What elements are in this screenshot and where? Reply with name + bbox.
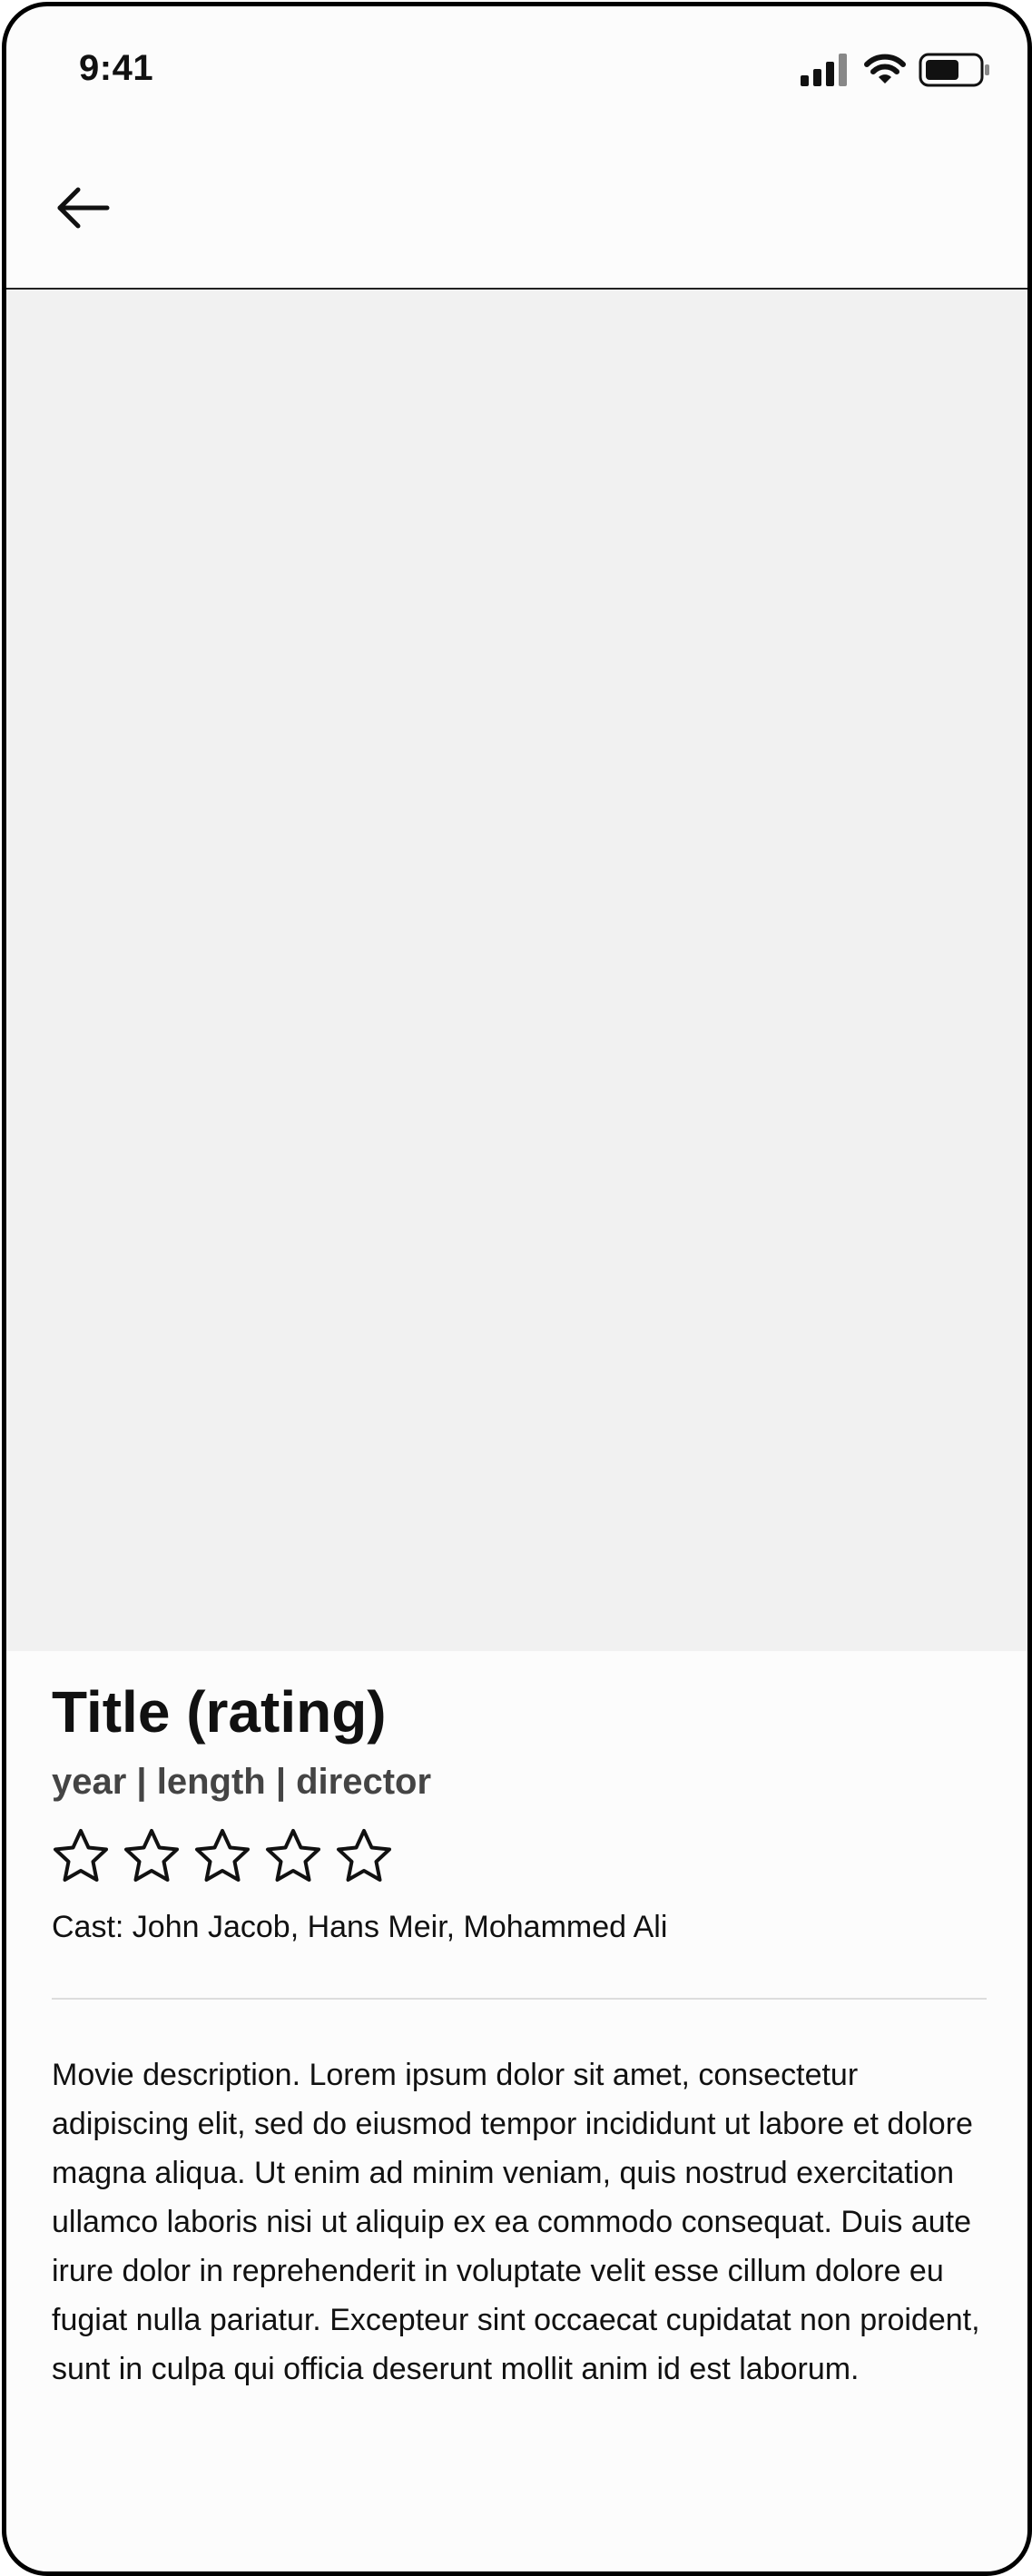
star-icon-1[interactable]: [52, 1827, 110, 1885]
movie-poster-placeholder: [6, 290, 1027, 1651]
phone-frame: 9:41 Title (rating) year | length | dire…: [2, 2, 1032, 2576]
star-icon-2[interactable]: [123, 1827, 181, 1885]
movie-title: Title (rating): [52, 1679, 387, 1745]
star-rating: [52, 1827, 987, 1887]
movie-meta: year | length | director: [52, 1762, 432, 1802]
star-icon-3[interactable]: [193, 1827, 251, 1885]
movie-details: Title (rating) year | length | director: [52, 1676, 987, 2424]
star-icon-4[interactable]: [264, 1827, 322, 1885]
movie-cast: Cast: John Jacob, Hans Meir, Mohammed Al…: [52, 1910, 668, 1944]
back-arrow-icon: [56, 186, 111, 234]
back-button[interactable]: [54, 186, 113, 233]
status-bar: 9:41: [6, 6, 1027, 133]
section-divider: [52, 1998, 987, 2000]
status-icons: [801, 53, 991, 92]
movie-description: Movie description. Lorem ipsum dolor sit…: [52, 2058, 980, 2386]
status-time: 9:41: [79, 48, 154, 88]
top-navigation-bar: [6, 133, 1027, 290]
battery-icon: [919, 53, 991, 92]
cellular-signal-icon: [801, 53, 851, 91]
wifi-icon: [864, 54, 906, 91]
star-icon-5[interactable]: [335, 1827, 393, 1885]
